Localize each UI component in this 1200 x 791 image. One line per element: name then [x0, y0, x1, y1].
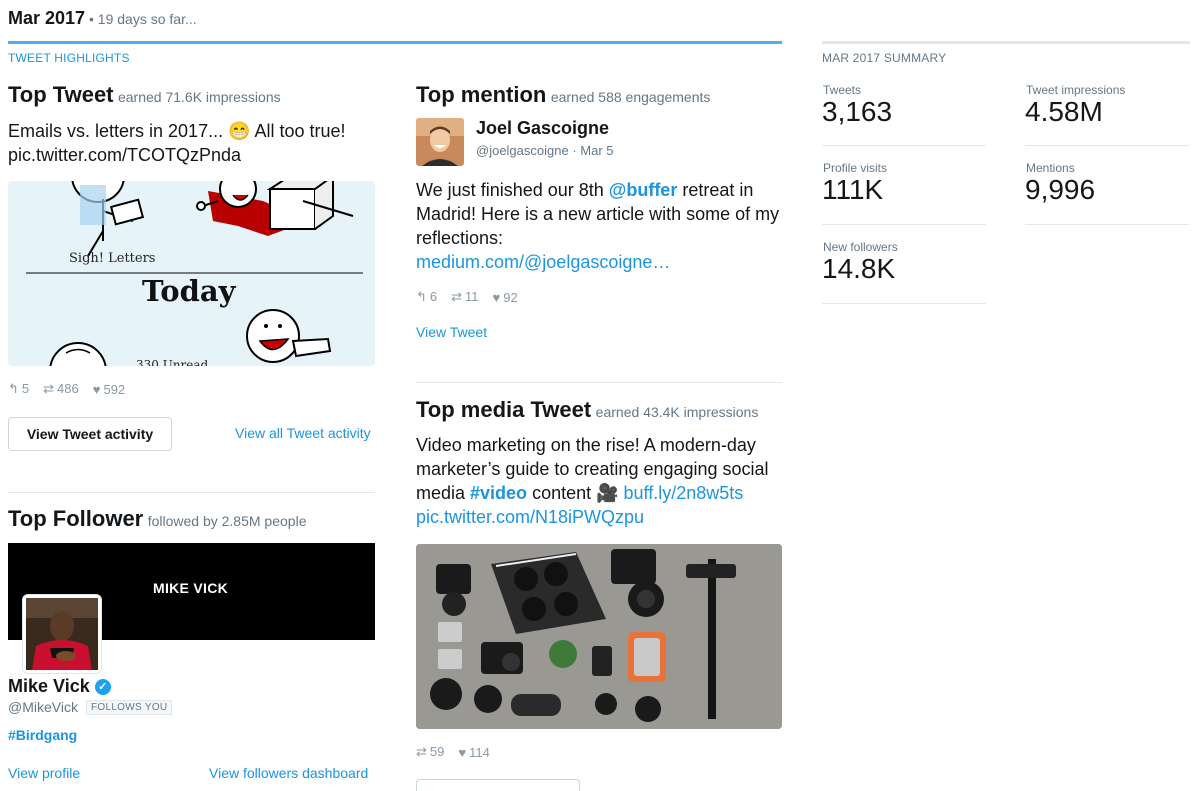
- summary-visits-label: Profile visits: [823, 161, 888, 175]
- banner-text: MIKE VICK: [153, 580, 229, 596]
- verified-badge-icon: ✓: [94, 678, 111, 695]
- view-all-tweet-activity-link[interactable]: View all Tweet activity: [235, 425, 371, 441]
- top-tweet-link[interactable]: pic.twitter.com/TCOTQzPnda: [8, 143, 241, 167]
- media-tweet-text: Video marketing on the rise! A modern-da…: [416, 435, 769, 527]
- comic-partial-text: 330 Unread: [136, 358, 209, 366]
- reply-count[interactable]: ↰ 6: [416, 289, 437, 305]
- summary-mentions-value: 9,996: [1025, 174, 1096, 205]
- camera-gear-photo: [416, 544, 782, 729]
- summary-mentions-label: Mentions: [1026, 161, 1075, 175]
- summary-divider: [822, 224, 986, 225]
- mention-date: · Mar 5: [572, 143, 614, 158]
- mention-text: We just finished our 8th @buffer retreat…: [416, 180, 780, 272]
- summary-followers-value: 14.8K: [822, 253, 896, 284]
- view-tweet-link[interactable]: View Tweet: [416, 324, 487, 340]
- view-profile-link[interactable]: View profile: [8, 765, 80, 781]
- reply-icon: ↰: [416, 289, 427, 304]
- media-pic-link[interactable]: pic.twitter.com/N18iPWQzpu: [416, 507, 644, 527]
- mention-avatar-photo: [416, 118, 464, 166]
- top-tweet-stats: ↰ 5 ⇄ 486 ♥ 592: [8, 381, 125, 397]
- follower-handle: @MikeVick: [8, 699, 78, 715]
- retweet-count[interactable]: ⇄ 11: [451, 289, 478, 305]
- top-follower-title: Top Follower: [8, 506, 144, 531]
- summary-rule: [822, 41, 1190, 44]
- top-mention-heading: Top mention earned 588 engagements: [416, 82, 710, 108]
- highlights-label: TWEET HIGHLIGHTS: [8, 51, 130, 65]
- retweet-icon: ⇄: [43, 381, 55, 396]
- summary-divider: [1025, 224, 1189, 225]
- top-follower-heading: Top Follower followed by 2.85M people: [8, 506, 306, 532]
- media-image[interactable]: [416, 544, 782, 729]
- top-mention-title: Top mention: [416, 82, 547, 107]
- retweet-icon: ⇄: [416, 744, 427, 759]
- page-title: Mar 2017: [8, 8, 86, 28]
- like-count[interactable]: ♥ 592: [93, 382, 125, 397]
- comic-title: Today: [142, 274, 236, 308]
- top-mention-sub: earned 588 engagements: [550, 89, 711, 105]
- buffly-link[interactable]: buff.ly/2n8w5ts: [624, 483, 744, 503]
- page-subtitle: • 19 days so far...: [89, 11, 197, 27]
- heart-icon: ♥: [458, 744, 467, 760]
- top-tweet-image[interactable]: Sigh! Letters Today 330 Unread: [8, 181, 375, 366]
- summary-divider: [822, 303, 986, 304]
- comic-caption: Sigh! Letters: [69, 251, 156, 266]
- divider: [8, 492, 375, 493]
- top-media-sub: earned 43.4K impressions: [595, 404, 759, 420]
- summary-impressions-value: 4.58M: [1025, 96, 1103, 127]
- summary-impressions-label: Tweet impressions: [1026, 83, 1126, 97]
- reply-count[interactable]: ↰ 5: [8, 381, 29, 397]
- retweet-count[interactable]: ⇄ 59: [416, 744, 444, 760]
- mention-handle: @joelgascoigne: [476, 143, 569, 158]
- summary-visits-value: 111K: [822, 174, 884, 205]
- follower-name-row: Mike Vick ✓: [8, 676, 111, 697]
- divider: [416, 382, 782, 383]
- top-tweet-heading: Top Tweet earned 71.6K impressions: [8, 82, 281, 108]
- mention-name[interactable]: Joel Gascoigne: [476, 118, 609, 139]
- top-tweet-sub: earned 71.6K impressions: [117, 89, 281, 105]
- mention-buffer-link[interactable]: @buffer: [609, 180, 678, 200]
- top-media-title: Top media Tweet: [416, 397, 592, 422]
- top-tweet-title: Top Tweet: [8, 82, 114, 107]
- heart-icon: ♥: [492, 289, 501, 305]
- view-tweet-activity-button[interactable]: View Tweet activity: [8, 417, 172, 451]
- media-stats: ⇄ 59 ♥ 114: [416, 744, 490, 760]
- summary-divider: [1025, 145, 1189, 146]
- mention-stats: ↰ 6 ⇄ 11 ♥ 92: [416, 289, 518, 305]
- summary-label: MAR 2017 SUMMARY: [822, 51, 947, 65]
- follower-hashtag[interactable]: #Birdgang: [8, 727, 77, 743]
- summary-followers-label: New followers: [823, 240, 898, 254]
- highlights-rule: [8, 41, 782, 44]
- like-count[interactable]: ♥ 114: [458, 745, 489, 760]
- avatar[interactable]: [22, 594, 102, 674]
- top-media-heading: Top media Tweet earned 43.4K impressions: [416, 397, 758, 423]
- follower-name[interactable]: Mike Vick: [8, 676, 90, 697]
- mention-handle-row: @joelgascoigne · Mar 5: [476, 143, 614, 158]
- top-follower-sub: followed by 2.85M people: [147, 513, 307, 529]
- avatar-photo: [26, 598, 98, 670]
- follower-handle-row: @MikeVick FOLLOWS YOU: [8, 699, 173, 715]
- reply-icon: ↰: [8, 381, 19, 396]
- top-tweet-text: Emails vs. letters in 2017... 😁 All too …: [8, 121, 346, 141]
- like-count[interactable]: ♥ 92: [493, 290, 518, 305]
- video-hashtag-link[interactable]: #video: [470, 483, 527, 503]
- summary-tweets-value: 3,163: [822, 96, 893, 127]
- retweet-count[interactable]: ⇄ 486: [43, 381, 79, 397]
- follows-you-badge: FOLLOWS YOU: [85, 699, 173, 715]
- view-followers-dashboard-link[interactable]: View followers dashboard: [209, 765, 368, 781]
- retweet-icon: ⇄: [451, 289, 463, 304]
- summary-tweets-label: Tweets: [823, 83, 862, 97]
- heart-icon: ♥: [92, 381, 101, 397]
- summary-divider: [822, 145, 986, 146]
- mention-article-link[interactable]: medium.com/@joelgascoigne…: [416, 252, 670, 272]
- mention-avatar[interactable]: [416, 118, 464, 166]
- media-activity-button-partial[interactable]: [416, 779, 580, 791]
